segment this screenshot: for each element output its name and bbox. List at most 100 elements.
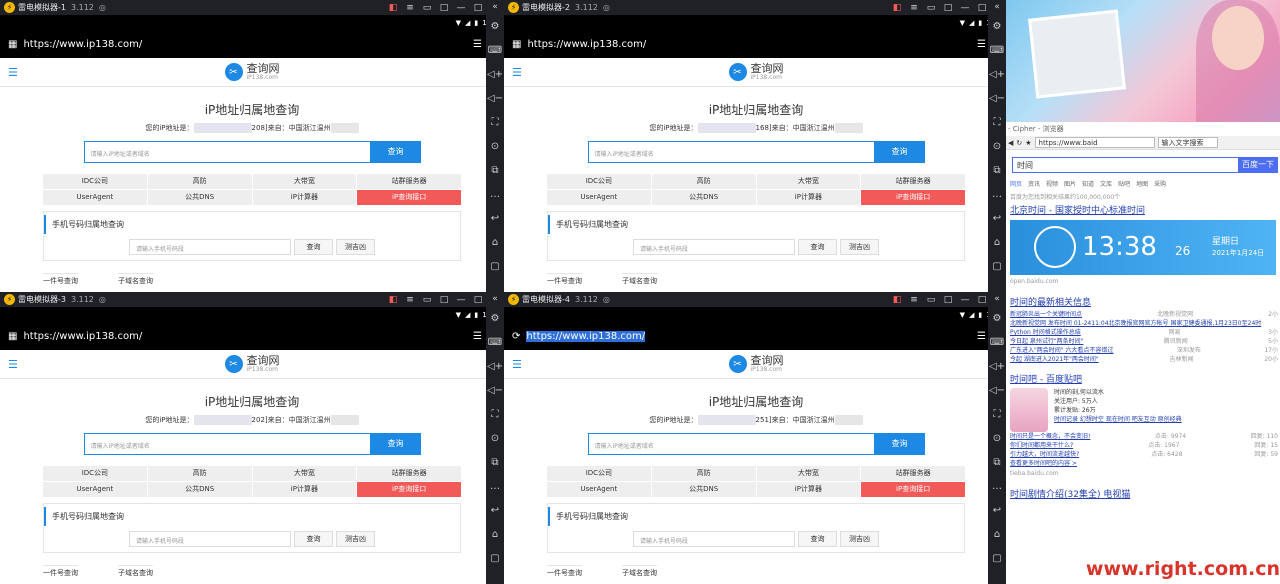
service-link[interactable]: 高防 — [147, 174, 252, 189]
url-text[interactable]: https://www.ip138.com/ — [23, 331, 142, 342]
keyboard-icon[interactable]: ⌨ — [486, 331, 504, 355]
service-link[interactable]: IDC公司 — [547, 174, 651, 189]
collapse-icon[interactable]: « — [994, 292, 1000, 307]
service-link[interactable]: 公共DNS — [147, 190, 252, 205]
back-icon[interactable]: ↩ — [486, 207, 504, 231]
service-link[interactable]: 大带宽 — [756, 466, 861, 481]
service-link[interactable]: 公共DNS — [147, 482, 252, 497]
service-link[interactable]: iP计算器 — [756, 482, 861, 497]
recent-apps-icon[interactable]: ▢ — [486, 547, 504, 571]
more-icon[interactable]: … — [988, 475, 1006, 499]
volume-up-icon[interactable]: ◁+ — [988, 355, 1006, 379]
minimize-sidebar-icon[interactable]: ▭ — [926, 295, 936, 305]
search-tab[interactable]: 文库 — [1100, 179, 1112, 188]
ip-search-button[interactable]: 查询 — [874, 433, 925, 455]
news-title[interactable]: 北晚新视觉网 发布时间 01-2411:04北京晚报官网官方帐号 国家卫健委通报… — [1010, 319, 1261, 328]
post-title[interactable]: 时间只是一个概念，不会变旧! — [1010, 432, 1090, 441]
record-icon[interactable]: ◧ — [388, 295, 398, 305]
service-link[interactable]: iP查询接口 — [861, 482, 965, 497]
settings-icon[interactable]: ⚙ — [988, 15, 1006, 39]
record-icon[interactable]: ⊙ — [486, 427, 504, 451]
minimize-icon[interactable]: — — [960, 295, 970, 305]
menu-icon[interactable]: ≡ — [909, 295, 919, 305]
restore-icon[interactable]: □ — [943, 3, 953, 13]
tieba-post[interactable]: 引力越大，时间流逝越快? 点击: 6428 回复: 59 — [1010, 450, 1280, 459]
phone-input[interactable]: 请输入手机号码段 — [633, 239, 795, 255]
news-item[interactable]: Python 时间格式操作总结 网易 3小 — [1010, 328, 1280, 337]
site-logo[interactable]: ✂ 查询网 iP138.com — [728, 355, 784, 373]
search-tab[interactable]: 资讯 — [1028, 179, 1040, 188]
service-link[interactable]: iP查询接口 — [357, 190, 461, 205]
service-link[interactable]: iP计算器 — [756, 190, 861, 205]
service-link[interactable]: 大带宽 — [252, 174, 357, 189]
site-logo[interactable]: ✂ 查询网 iP138.com — [224, 355, 280, 373]
post-title[interactable]: 你们时间都用来干什么? — [1010, 441, 1073, 450]
news-item[interactable]: 北晚新视觉网 发布时间 01-2411:04北京晚报官网官方帐号 国家卫健委通报… — [1010, 319, 1280, 328]
maximize-icon[interactable]: □ — [473, 3, 483, 13]
ip-search-button[interactable]: 查询 — [874, 141, 925, 163]
restore-icon[interactable]: □ — [439, 295, 449, 305]
tabs-icon[interactable]: ☰ — [473, 331, 482, 342]
keyboard-icon[interactable]: ⌨ — [486, 39, 504, 63]
restore-icon[interactable]: □ — [439, 3, 449, 13]
news-item[interactable]: 今日起 泉州试行"两条时间" 腾讯新闻 5小 — [1010, 337, 1280, 346]
maximize-icon[interactable]: □ — [977, 295, 987, 305]
service-link[interactable]: iP计算器 — [252, 190, 357, 205]
service-link[interactable]: UserAgent — [547, 482, 651, 497]
tieba-more[interactable]: 查看更多时间吧的内容 > — [1010, 459, 1280, 468]
record-icon[interactable]: ◧ — [892, 295, 902, 305]
baidu-query-input[interactable]: 时间 — [1012, 157, 1238, 173]
news-title[interactable]: 今日起 泉州试行"两条时间" — [1010, 337, 1083, 346]
tieba-post[interactable]: 时间只是一个概念，不会变旧! 点击: 9974 回复: 110 — [1010, 432, 1280, 441]
keyboard-icon[interactable]: ⌨ — [988, 331, 1006, 355]
baidu-search-button[interactable]: 百度一下 — [1238, 157, 1278, 173]
settings-icon[interactable]: ⚙ — [486, 307, 504, 331]
service-link[interactable]: 站群服务器 — [861, 466, 965, 481]
search-tab[interactable]: 图片 — [1064, 179, 1076, 188]
ip-search-button[interactable]: 查询 — [370, 141, 421, 163]
url-text[interactable]: https://www.ip138.com/ — [23, 39, 142, 50]
back-icon[interactable]: ↩ — [988, 499, 1006, 523]
tieba-links[interactable]: 时间记录 幻想时空 现在时间 吧友互动 原创经典 — [1054, 415, 1182, 424]
menu-icon[interactable]: ≡ — [405, 3, 415, 13]
screenshot-icon[interactable]: ⛶ — [988, 111, 1006, 135]
home-icon[interactable]: ⌂ — [988, 231, 1006, 255]
post-title[interactable]: 引力越大，时间流逝越快? — [1010, 450, 1079, 459]
minimize-sidebar-icon[interactable]: ▭ — [422, 3, 432, 13]
ip-search-input[interactable]: 请输入iP地址或者域名 — [83, 433, 371, 455]
phone-search-button[interactable]: 查询 — [294, 239, 333, 255]
service-link[interactable]: UserAgent — [547, 190, 651, 205]
search-tab[interactable]: 采购 — [1154, 179, 1166, 188]
multi-window-icon[interactable]: ⧉ — [486, 159, 504, 183]
multi-window-icon[interactable]: ⧉ — [988, 159, 1006, 183]
collapse-icon[interactable]: « — [492, 292, 498, 307]
service-link[interactable]: IDC公司 — [547, 466, 651, 481]
menu-icon[interactable]: ≡ — [405, 295, 415, 305]
more-icon[interactable]: … — [486, 475, 504, 499]
recent-apps-icon[interactable]: ▢ — [486, 255, 504, 279]
hamburger-menu-icon[interactable]: ☰ — [8, 358, 18, 371]
phone-input[interactable]: 请输入手机号码段 — [129, 531, 291, 547]
volume-up-icon[interactable]: ◁+ — [988, 63, 1006, 87]
search-tab[interactable]: 地图 — [1136, 179, 1148, 188]
service-link[interactable]: iP查询接口 — [357, 482, 461, 497]
phone-input[interactable]: 请输入手机号码段 — [129, 239, 291, 255]
service-link[interactable]: 大带宽 — [756, 174, 861, 189]
search-field[interactable]: 输入文字搜索 — [1157, 137, 1218, 148]
volume-down-icon[interactable]: ◁− — [988, 87, 1006, 111]
url-text[interactable]: https://www.ip138.com/ — [526, 330, 646, 342]
search-tab[interactable]: 网页 — [1010, 179, 1022, 188]
service-link[interactable]: 站群服务器 — [357, 466, 461, 481]
result-title[interactable]: 时间剧情介绍(32集全) 电视猫 — [1010, 487, 1276, 500]
minimize-icon[interactable]: — — [960, 3, 970, 13]
news-title[interactable]: 新冠肺炎出一个关键时间点 — [1010, 310, 1082, 319]
settings-icon[interactable]: ⚙ — [486, 15, 504, 39]
hamburger-menu-icon[interactable]: ☰ — [8, 66, 18, 79]
volume-up-icon[interactable]: ◁+ — [486, 355, 504, 379]
service-link[interactable]: UserAgent — [43, 482, 147, 497]
result-title[interactable]: 时间吧 - 百度贴吧 — [1010, 372, 1276, 385]
volume-down-icon[interactable]: ◁− — [486, 379, 504, 403]
volume-down-icon[interactable]: ◁− — [486, 87, 504, 111]
news-title[interactable]: 今起 湖南进入2021年"两会时间" — [1010, 355, 1099, 364]
luck-button[interactable]: 测吉凶 — [840, 239, 879, 255]
